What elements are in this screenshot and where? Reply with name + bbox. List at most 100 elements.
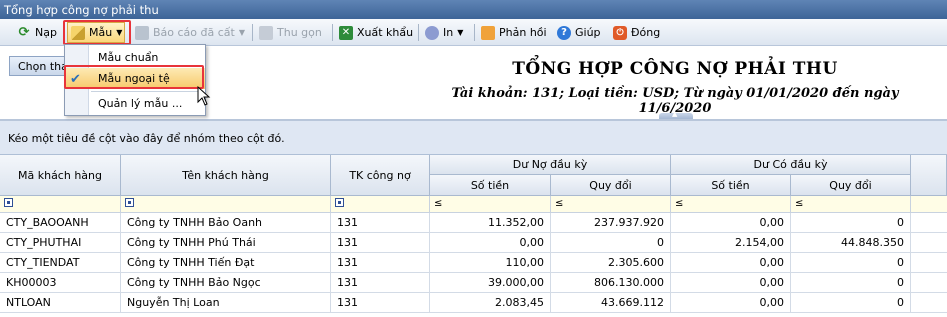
customer-name-cell: Công ty TNHH Tiến Đạt xyxy=(121,253,331,273)
column-header-debit-amount[interactable]: Số tiền xyxy=(430,175,551,196)
saved-reports-button[interactable]: Báo cáo đã cất ▼ xyxy=(132,22,248,43)
column-header-debit-converted[interactable]: Quy đổi xyxy=(551,175,671,196)
column-header-customer-name[interactable]: Tên khách hàng xyxy=(121,155,331,196)
filter-cell[interactable] xyxy=(0,196,121,212)
customer-name-cell: Công ty TNHH Bảo Oanh xyxy=(121,213,331,233)
help-icon: ? xyxy=(557,25,571,40)
column-header-opening-debit[interactable]: Dư Nợ đầu kỳ xyxy=(430,155,671,175)
debit-converted-cell: 43.669.112 xyxy=(551,293,671,313)
reload-label: Nạp xyxy=(35,26,57,39)
credit-converted-cell: 44.848.350 xyxy=(791,233,911,253)
column-header-credit-amount[interactable]: Số tiền xyxy=(671,175,791,196)
mouse-cursor-icon xyxy=(197,86,211,106)
filter-op-icon[interactable] xyxy=(4,198,13,207)
excel-icon: ✕ xyxy=(339,25,353,40)
chevron-up-icon: ▲ xyxy=(672,110,678,118)
chevron-down-icon[interactable]: ▼ xyxy=(457,28,463,37)
credit-amount-cell: 2.154,00 xyxy=(671,233,791,253)
table-row[interactable]: CTY_PHUTHAI Công ty TNHH Phú Thái 131 0,… xyxy=(0,233,947,253)
printer-icon xyxy=(425,25,439,40)
credit-converted-cell: 0 xyxy=(791,253,911,273)
toolbar-separator xyxy=(474,24,475,41)
compact-icon xyxy=(259,25,273,40)
toolbar-separator xyxy=(332,24,333,41)
group-by-panel[interactable]: Kéo một tiêu đề cột vào đây để nhóm theo… xyxy=(0,121,947,155)
chevron-down-icon: ▼ xyxy=(238,28,246,37)
filter-cell[interactable]: ≤ xyxy=(791,196,911,212)
credit-amount-cell: 0,00 xyxy=(671,293,791,313)
customer-name-cell: Nguyễn Thị Loan xyxy=(121,293,331,313)
credit-converted-cell: 0 xyxy=(791,273,911,293)
account-cell: 131 xyxy=(331,213,430,233)
feedback-button[interactable]: Phản hồi xyxy=(478,22,550,43)
account-cell: 131 xyxy=(331,273,430,293)
help-label: Giúp xyxy=(575,26,601,39)
customer-code-cell: NTLOAN xyxy=(0,293,121,313)
debit-amount-cell: 39.000,00 xyxy=(430,273,551,293)
debit-amount-cell: 2.083,45 xyxy=(430,293,551,313)
print-label: In xyxy=(443,26,454,39)
filter-cell[interactable]: ≤ xyxy=(430,196,551,212)
column-header-opening-credit[interactable]: Dư Có đầu kỳ xyxy=(671,155,911,175)
close-button[interactable]: ⏻ Đóng xyxy=(610,22,663,43)
credit-amount-cell: 0,00 xyxy=(671,213,791,233)
reload-button[interactable]: ⟳ Nạp xyxy=(14,22,60,43)
filter-cell[interactable] xyxy=(121,196,331,212)
account-cell: 131 xyxy=(331,293,430,313)
filter-cell[interactable]: ≤ xyxy=(551,196,671,212)
table-row[interactable]: KH00003 Công ty TNHH Bảo Ngọc 131 39.000… xyxy=(0,273,947,293)
export-button[interactable]: ✕ Xuất khẩu xyxy=(336,22,416,43)
report-window: Tổng hợp công nợ phải thu ⟳ Nạp Mẫu ▼ Bá… xyxy=(0,0,947,317)
customer-code-cell: CTY_PHUTHAI xyxy=(0,233,121,253)
power-icon: ⏻ xyxy=(613,25,627,40)
toolbar: ⟳ Nạp Mẫu ▼ Báo cáo đã cất ▼ Thu gọn ✕ X… xyxy=(0,19,947,46)
table-row[interactable]: CTY_BAOOANH Công ty TNHH Bảo Oanh 131 11… xyxy=(0,213,947,233)
menu-item-manage-templates[interactable]: Quản lý mẫu ... xyxy=(65,93,205,114)
column-header-account[interactable]: TK công nợ xyxy=(331,155,430,196)
print-button[interactable]: In ▼ xyxy=(422,22,466,43)
filter-op-icon[interactable] xyxy=(335,198,344,207)
group-by-hint: Kéo một tiêu đề cột vào đây để nhóm theo… xyxy=(8,132,285,145)
menu-separator xyxy=(91,91,203,92)
credit-amount-cell: 0,00 xyxy=(671,273,791,293)
customer-name-cell: Công ty TNHH Phú Thái xyxy=(121,233,331,253)
debit-converted-cell: 237.937.920 xyxy=(551,213,671,233)
account-cell: 131 xyxy=(331,233,430,253)
debit-converted-cell: 0 xyxy=(551,233,671,253)
report-title: TỔNG HỢP CÔNG NỢ PHẢI THU xyxy=(512,59,838,79)
debit-amount-cell: 11.352,00 xyxy=(430,213,551,233)
help-button[interactable]: ? Giúp xyxy=(554,22,604,43)
window-title: Tổng hợp công nợ phải thu xyxy=(0,0,947,19)
save-icon xyxy=(135,25,149,40)
compact-label: Thu gọn xyxy=(277,26,322,39)
filter-cell[interactable]: ≤ xyxy=(671,196,791,212)
feedback-label: Phản hồi xyxy=(499,26,547,39)
credit-converted-cell: 0 xyxy=(791,293,911,313)
close-label: Đóng xyxy=(631,26,661,39)
compact-button[interactable]: Thu gọn xyxy=(256,22,325,43)
account-cell: 131 xyxy=(331,253,430,273)
debit-converted-cell: 806.130.000 xyxy=(551,273,671,293)
credit-converted-cell: 0 xyxy=(791,213,911,233)
highlight-box xyxy=(64,65,204,89)
debit-amount-cell: 0,00 xyxy=(430,233,551,253)
toolbar-separator xyxy=(252,24,253,41)
customer-code-cell: CTY_BAOOANH xyxy=(0,213,121,233)
mail-icon xyxy=(481,25,495,40)
debit-amount-cell: 110,00 xyxy=(430,253,551,273)
toolbar-separator xyxy=(418,24,419,41)
credit-amount-cell: 0,00 xyxy=(671,253,791,273)
column-header-credit-converted[interactable]: Quy đổi xyxy=(791,175,911,196)
filter-op-icon[interactable] xyxy=(125,198,134,207)
export-label: Xuất khẩu xyxy=(357,26,414,39)
refresh-icon: ⟳ xyxy=(18,24,30,40)
table-row[interactable]: NTLOAN Nguyễn Thị Loan 131 2.083,45 43.6… xyxy=(0,293,947,313)
customer-name-cell: Công ty TNHH Bảo Ngọc xyxy=(121,273,331,293)
filter-row: ≤ ≤ ≤ ≤ xyxy=(0,196,947,213)
customer-code-cell: KH00003 xyxy=(0,273,121,293)
column-header-extra xyxy=(911,155,947,196)
table-row[interactable]: CTY_TIENDAT Công ty TNHH Tiến Đạt 131 11… xyxy=(0,253,947,273)
filter-cell[interactable] xyxy=(331,196,430,212)
saved-reports-label: Báo cáo đã cất xyxy=(153,26,235,39)
column-header-customer-code[interactable]: Mã khách hàng xyxy=(0,155,121,196)
